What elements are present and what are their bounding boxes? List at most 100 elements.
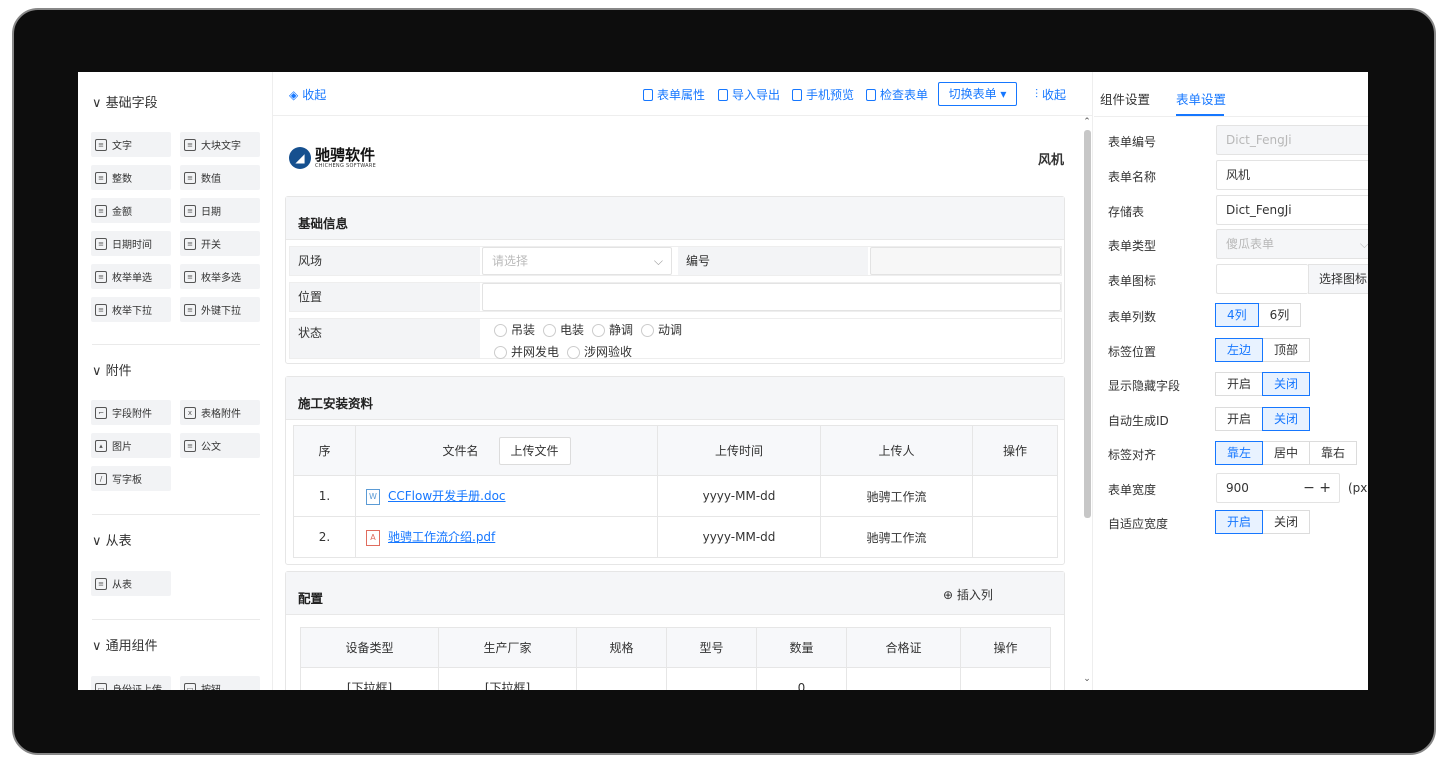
section-basic-info: 基础信息 风场 请选择 ⌵ 编号 位置 状态 吊装 电装 静调 动调 并网发电 涉网验收 (285, 196, 1065, 364)
config-table: 设备类型 生产厂家 规格 型号 数量 合格证 操作 [下拉框] [下拉框] 0 (300, 627, 1051, 690)
status-radio[interactable]: 并网发电 (494, 343, 559, 362)
palette-item-subtable[interactable]: ≡ 从表 (91, 571, 171, 596)
scroll-down-icon[interactable]: ⌄ (1082, 674, 1092, 684)
form-name-input[interactable]: 风机 (1216, 160, 1368, 190)
location-input[interactable] (482, 283, 1061, 311)
palette-item-document[interactable]: ≡ 公文 (180, 433, 260, 458)
palette-item-button[interactable]: ▭ 按钮 (180, 676, 260, 690)
palette-item-writing-pad[interactable]: / 写字板 (91, 466, 171, 491)
id-card-icon: ▭ (95, 682, 107, 690)
button-label: 收起 (1042, 88, 1067, 102)
group-common[interactable]: ∨ 通用组件 (92, 635, 158, 654)
option-off[interactable]: 关闭 (1262, 510, 1311, 534)
item-label: 外键下拉 (201, 306, 241, 317)
option-off[interactable]: 关闭 (1262, 407, 1311, 431)
logo-subtext: CHICHENG SOFTWARE (315, 163, 377, 169)
palette-item[interactable]: ≡ 枚举单选 (91, 264, 171, 289)
cell: 0 (756, 667, 847, 690)
palette-item[interactable]: ≡ 枚举多选 (180, 264, 260, 289)
logo-text: 驰骋软件 (315, 146, 376, 164)
palette-item[interactable]: ≡ 外键下拉 (180, 297, 260, 322)
palette-item-field-attachment[interactable]: ⌐ 字段附件 (91, 400, 171, 425)
layers-icon: ◈ (289, 87, 299, 102)
option-left[interactable]: 左边 (1215, 338, 1264, 362)
option-top[interactable]: 顶部 (1262, 338, 1311, 362)
palette-item[interactable]: ≡ 文字 (91, 132, 171, 157)
palette-item-image[interactable]: ▴ 图片 (91, 433, 171, 458)
status-radio[interactable]: 吊装 (494, 321, 535, 340)
tab-component-settings[interactable]: 组件设置 (1100, 89, 1150, 108)
document-icon: ≡ (184, 439, 196, 452)
option-off[interactable]: 关闭 (1262, 372, 1311, 396)
form-canvas-area: ◈ 收起 表单属性 导入导出 手机预览 检查表单 切换表单 ▾ ⫶ 收起 ◢ 驰骋软… (273, 72, 1093, 690)
scrollbar[interactable]: ⌃ ⌄ (1081, 116, 1092, 690)
option-align-center[interactable]: 居中 (1262, 441, 1311, 465)
auto-id-toggle: 开启 关闭 (1215, 407, 1311, 431)
cell: yyyy-MM-dd (657, 516, 821, 558)
wind-farm-select[interactable]: 请选择 ⌵ (482, 247, 672, 275)
palette-item-id-upload[interactable]: ▭ 身份证上传 (91, 676, 171, 690)
scroll-up-icon[interactable]: ⌃ (1082, 117, 1092, 127)
mobile-preview-button[interactable]: 手机预览 (792, 86, 854, 103)
palette-item[interactable]: ≡ 枚举下拉 (91, 297, 171, 322)
form-icon-input[interactable] (1216, 264, 1308, 294)
option-4-cols[interactable]: 4列 (1215, 303, 1259, 327)
group-attachments[interactable]: ∨ 附件 (92, 360, 132, 379)
field-label: 风场 (290, 247, 480, 275)
palette-item[interactable]: ≡ 整数 (91, 165, 171, 190)
cell (972, 516, 1058, 558)
palette-item[interactable]: ≡ 日期时间 (91, 231, 171, 256)
collapse-right-button[interactable]: ⫶ 收起 (1035, 86, 1066, 103)
import-export-button[interactable]: 导入导出 (718, 86, 780, 103)
form-no-input[interactable]: Dict_FengJi (1216, 125, 1368, 155)
option-on[interactable]: 开启 (1215, 510, 1264, 534)
cell[interactable]: [下拉框] (300, 667, 439, 690)
status-radio[interactable]: 电装 (543, 321, 584, 340)
insert-column-button[interactable]: ⊕ 插入列 (943, 586, 993, 603)
form-properties-button[interactable]: 表单属性 (643, 86, 705, 103)
cell: W CCFlow开发手册.doc (355, 475, 658, 517)
palette-item[interactable]: ≡ 大块文字 (180, 132, 260, 157)
status-radio[interactable]: 涉网验收 (567, 343, 632, 362)
palette-item[interactable]: ≡ 数值 (180, 165, 260, 190)
divider (92, 514, 260, 515)
option-on[interactable]: 开启 (1215, 372, 1264, 396)
palette-item[interactable]: ≡ 开关 (180, 231, 260, 256)
columns-toggle: 4列 6列 (1215, 303, 1302, 327)
form-type-select[interactable]: 傻瓜表单 ⌵ (1216, 229, 1368, 259)
button-label: 收起 (302, 88, 327, 102)
col-header-filename: 文件名 上传文件 (355, 425, 658, 476)
col-header: 上传人 (820, 425, 973, 476)
palette-item[interactable]: ≡ 日期 (180, 198, 260, 223)
group-subtable[interactable]: ∨ 从表 (92, 530, 132, 549)
col-header: 序 (293, 425, 356, 476)
file-link[interactable]: 驰骋工作流介绍.pdf (388, 530, 495, 544)
plus-circle-icon: ⊕ (943, 588, 954, 602)
cell[interactable]: [下拉框] (438, 667, 577, 690)
money-icon: ≡ (95, 204, 107, 217)
col-header: 生产厂家 (438, 627, 577, 668)
status-radio[interactable]: 静调 (592, 321, 633, 340)
switch-form-dropdown[interactable]: 切换表单 ▾ (938, 82, 1017, 106)
minus-plus-icon[interactable]: − + (1303, 474, 1331, 502)
section-title: 施工安装资料 (286, 377, 1064, 420)
status-radio[interactable]: 动调 (641, 321, 682, 340)
group-basic-fields[interactable]: ∨ 基础字段 (92, 92, 158, 111)
code-input[interactable] (870, 247, 1061, 275)
upload-file-button[interactable]: 上传文件 (498, 436, 571, 465)
storage-table-input[interactable]: Dict_FengJi (1216, 195, 1368, 225)
cell (846, 667, 961, 690)
file-link[interactable]: CCFlow开发手册.doc (388, 489, 506, 503)
check-form-button[interactable]: 检查表单 (866, 86, 928, 103)
scrollbar-thumb[interactable] (1084, 130, 1091, 518)
palette-item-table-attachment[interactable]: x 表格附件 (180, 400, 260, 425)
option-align-right[interactable]: 靠右 (1309, 441, 1358, 465)
palette-item[interactable]: ≡ 金额 (91, 198, 171, 223)
form-width-stepper[interactable]: 900 − + (1216, 473, 1340, 503)
option-on[interactable]: 开启 (1215, 407, 1264, 431)
tab-form-settings[interactable]: 表单设置 (1176, 89, 1226, 108)
option-align-left[interactable]: 靠左 (1215, 441, 1264, 465)
collapse-left-button[interactable]: ◈ 收起 (289, 86, 326, 103)
option-6-cols[interactable]: 6列 (1257, 303, 1302, 327)
choose-icon-button[interactable]: 选择图标 (1308, 264, 1368, 294)
